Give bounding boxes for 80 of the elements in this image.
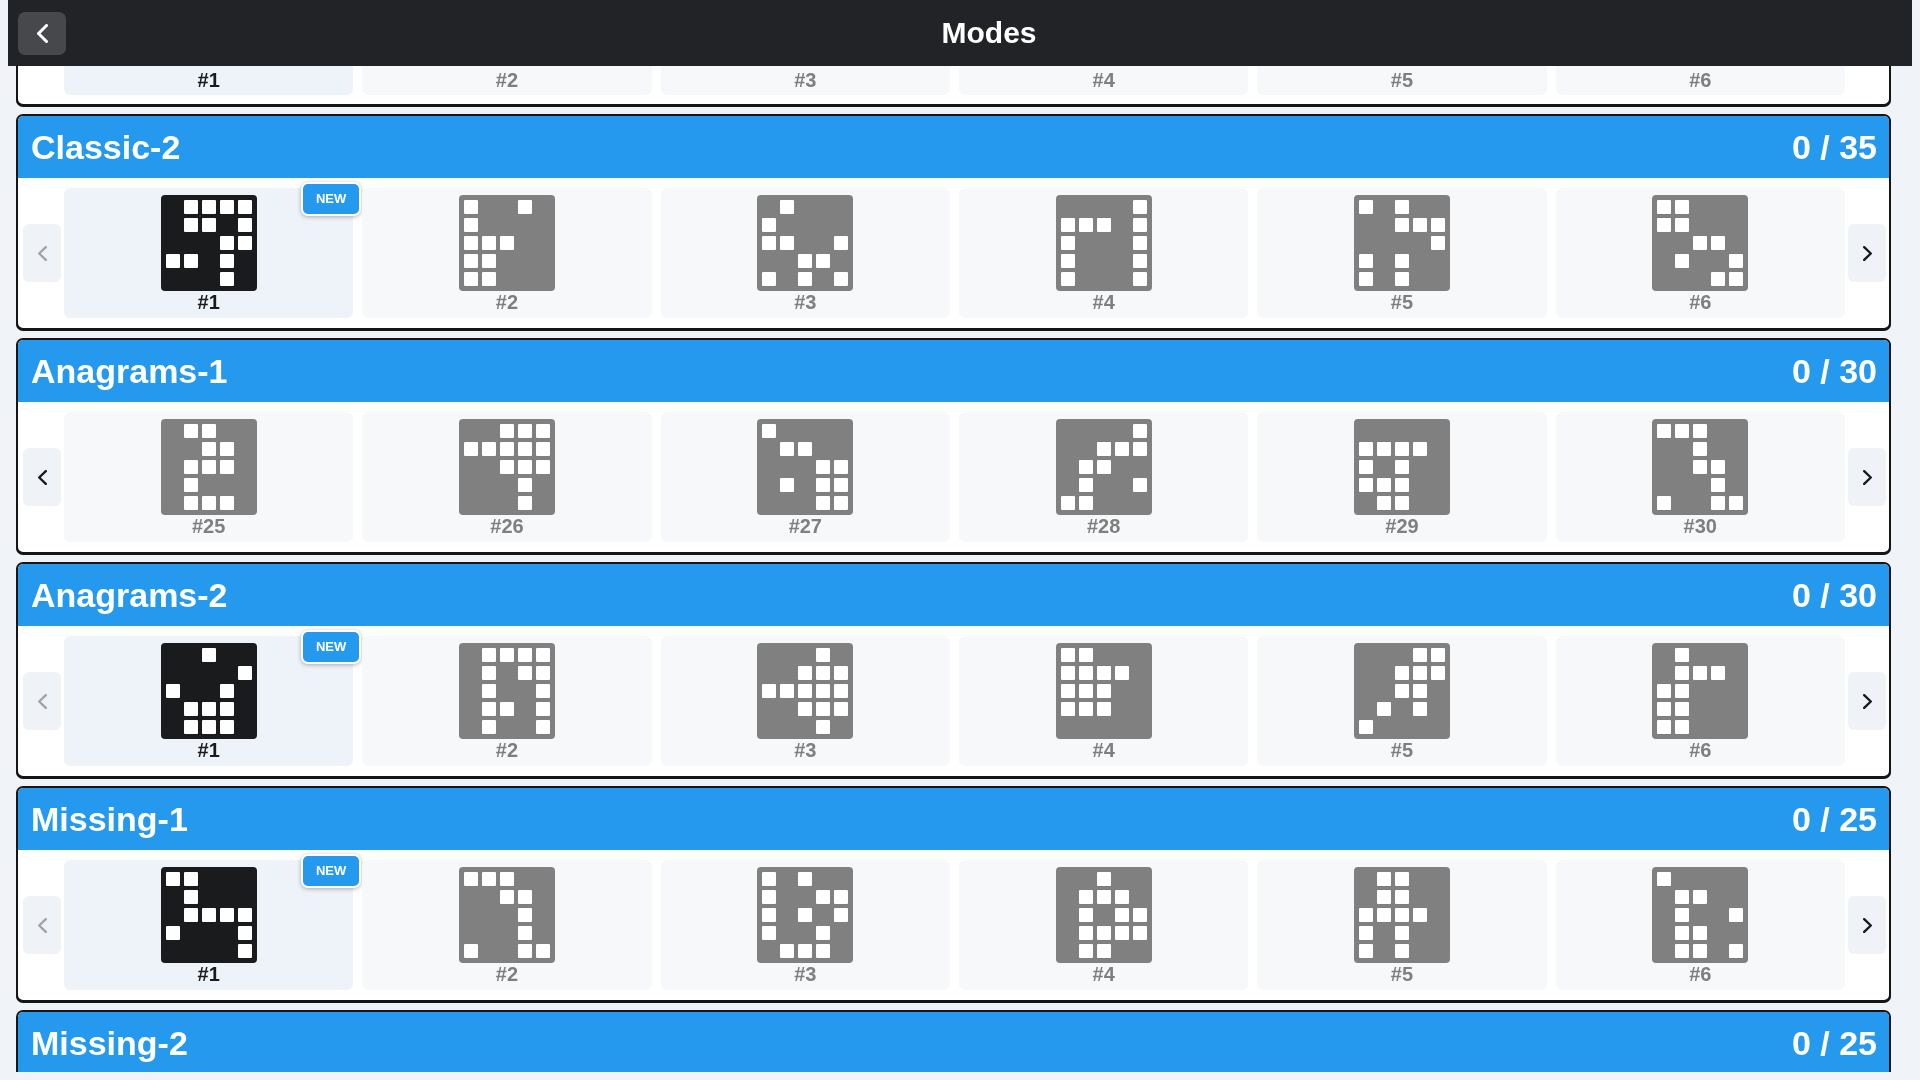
chevron-left-icon [37, 469, 47, 485]
level-tile[interactable]: #28 [959, 412, 1249, 542]
level-tile[interactable]: #25 [64, 412, 354, 542]
level-tile[interactable]: #6 [1555, 188, 1845, 318]
progress-count: 0 / 25 [1791, 1023, 1877, 1063]
chevron-left-icon [36, 23, 48, 43]
level-tile[interactable]: #29 [1257, 412, 1547, 542]
grid-pattern-icon [160, 867, 257, 963]
level-tile[interactable]: #30 [1555, 412, 1845, 542]
grid-pattern-icon [1652, 643, 1749, 739]
grid-pattern-icon [1055, 643, 1152, 739]
chevron-right-icon [1862, 469, 1872, 485]
chevron-left-icon [37, 917, 47, 933]
progress-count: 0 / 30 [1791, 351, 1877, 391]
level-tile[interactable]: #2 [362, 636, 652, 766]
grid-pattern-icon [1353, 195, 1450, 291]
level-tile[interactable]: #4 [959, 860, 1249, 990]
grid-pattern-icon [1353, 419, 1450, 515]
level-tile[interactable]: #4 [959, 188, 1249, 318]
level-tile[interactable]: #5 [1257, 860, 1547, 990]
chevron-right-icon [1862, 917, 1872, 933]
grid-pattern-icon [459, 643, 555, 739]
grid-pattern-icon [160, 419, 257, 515]
grid-pattern-icon [1055, 419, 1152, 515]
grid-pattern-icon [459, 867, 555, 963]
grid-pattern-icon [1652, 195, 1749, 291]
grid-pattern-icon [757, 195, 854, 291]
level-tile[interactable]: #5 [1257, 66, 1547, 95]
next-button[interactable] [1848, 448, 1886, 506]
grid-pattern-icon [160, 643, 257, 739]
level-tile[interactable]: #6 [1555, 636, 1845, 766]
grid-pattern-icon [160, 195, 257, 291]
section-title: Missing-2 [31, 1023, 188, 1063]
level-tile[interactable]: #4 [959, 66, 1249, 95]
chevron-left-icon [37, 245, 47, 261]
grid-pattern-icon [1055, 867, 1152, 963]
next-button[interactable] [1848, 224, 1886, 282]
new-badge: NEW [301, 854, 362, 888]
grid-pattern-icon [1353, 643, 1450, 739]
level-tile[interactable]: #1 [64, 66, 354, 95]
next-button[interactable] [1848, 896, 1886, 954]
level-tile[interactable]: #3 [660, 66, 950, 95]
back-button[interactable] [18, 11, 66, 55]
section-title: Anagrams-1 [31, 351, 228, 391]
grid-pattern-icon [757, 419, 854, 515]
level-tile[interactable]: #2 [362, 188, 652, 318]
level-tile[interactable]: #26 [362, 412, 652, 542]
grid-pattern-icon [1055, 195, 1152, 291]
level-tile[interactable]: #5 [1257, 188, 1547, 318]
level-tile[interactable]: #6 [1555, 860, 1845, 990]
grid-pattern-icon [757, 867, 854, 963]
level-tile[interactable]: #6 [1555, 66, 1845, 95]
section-title: Classic-2 [31, 127, 181, 167]
grid-pattern-icon [459, 195, 555, 291]
page-title: Modes [941, 16, 1037, 50]
grid-pattern-icon [1353, 867, 1450, 963]
chevron-left-icon [37, 693, 47, 709]
grid-pattern-icon [757, 643, 854, 739]
chevron-right-icon [1862, 245, 1872, 261]
next-button[interactable] [1848, 672, 1886, 730]
level-tile[interactable]: #2 [362, 860, 652, 990]
section-title: Missing-1 [31, 799, 188, 839]
previous-button[interactable] [23, 448, 61, 506]
level-tile[interactable]: #5 [1257, 636, 1547, 766]
progress-count: 0 / 35 [1791, 127, 1877, 167]
new-badge: NEW [301, 182, 362, 216]
progress-count: 0 / 30 [1791, 575, 1877, 615]
progress-count: 0 / 25 [1791, 799, 1877, 839]
grid-pattern-icon [1652, 867, 1749, 963]
new-badge: NEW [301, 630, 362, 664]
section-title: Anagrams-2 [31, 575, 228, 615]
level-tile[interactable]: #3 [660, 188, 950, 318]
grid-pattern-icon [459, 419, 555, 515]
level-tile[interactable]: #3 [660, 860, 950, 990]
level-tile[interactable]: #27 [660, 412, 950, 542]
grid-pattern-icon [1652, 419, 1749, 515]
level-tile[interactable]: #2 [362, 66, 652, 95]
level-tile[interactable]: #4 [959, 636, 1249, 766]
level-tile[interactable]: #3 [660, 636, 950, 766]
chevron-right-icon [1862, 693, 1872, 709]
